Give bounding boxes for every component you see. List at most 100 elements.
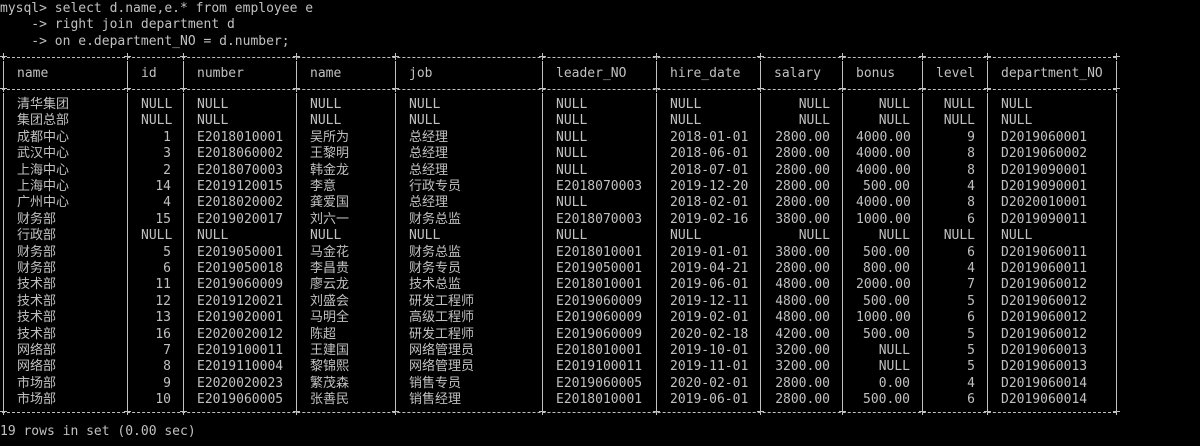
column-separator	[922, 93, 923, 408]
table-cell: E2019100011	[197, 343, 284, 358]
table-cell: E2018070003	[556, 179, 643, 194]
table-cell: 13	[155, 310, 171, 326]
table-cell: 广州中心	[17, 195, 70, 211]
border-corner	[392, 85, 399, 92]
border-corner	[293, 85, 300, 92]
table-cell: 高级工程师	[409, 310, 475, 326]
table-cell: 2000.00	[856, 277, 911, 293]
border-corner	[984, 53, 991, 60]
table-cell: 2020-02-01	[670, 375, 749, 391]
table-cell: NULL	[310, 228, 342, 244]
table-cell: 技术部	[17, 326, 57, 342]
table-cell: 廖云龙	[310, 277, 350, 293]
table-cell: E2019110004	[197, 359, 284, 375]
table-cell: 财务部	[17, 261, 57, 276]
table-cell: E2019050001	[197, 244, 284, 260]
table-cell: 2019-12-11	[670, 293, 749, 309]
table-cell: NULL	[670, 113, 702, 129]
table-cell: 技术部	[17, 310, 57, 326]
column-header-id: id	[141, 66, 157, 81]
table-cell: 李意	[310, 179, 337, 194]
terminal-window[interactable]: mysql> select d.name,e.* from employee e…	[0, 0, 1200, 446]
border-corner	[392, 53, 399, 60]
table-cell: E2018060002	[197, 146, 284, 162]
table-cell: E2019120021	[197, 293, 284, 309]
table-cell: 清华集团	[17, 97, 70, 112]
table-cell: 6	[967, 310, 975, 326]
table-cell: E2019100011	[556, 359, 643, 375]
table-cell: 韩金龙	[310, 162, 350, 178]
table-cell: 2019-11-01	[670, 359, 749, 375]
table-cell: 2019-10-01	[670, 343, 749, 358]
border-corner	[124, 407, 131, 415]
table-cell: 2800.00	[775, 392, 830, 408]
table-cell: E2019060009	[556, 326, 643, 342]
table-cell: 刘盛会	[310, 293, 350, 309]
table-cell: E2018070003	[197, 162, 284, 178]
table-cell: NULL	[556, 97, 588, 112]
table-cell: 3800.00	[775, 211, 830, 227]
table-cell: 陈超	[310, 326, 337, 342]
table-cell: 4800.00	[775, 277, 830, 293]
table-cell: 6	[967, 244, 975, 260]
border-corner	[757, 53, 764, 60]
table-cell: E2018010001	[556, 277, 643, 293]
column-separator	[3, 93, 4, 408]
table-cell: 1	[163, 129, 171, 145]
table-cell: 马金花	[310, 244, 350, 260]
table-cell: NULL	[670, 97, 702, 112]
table-cell: NULL	[409, 228, 441, 244]
table-cell: D2019060002	[1001, 146, 1088, 162]
table-cell: 武汉中心	[17, 146, 70, 162]
table-cell: NULL	[670, 228, 702, 244]
query-line-2: -> right join department d	[0, 17, 235, 32]
column-separator	[183, 93, 184, 408]
table-cell: NULL	[141, 113, 173, 129]
table-cell: NULL	[141, 228, 173, 244]
table-cell: 9	[967, 129, 975, 145]
table-cell: 2800.00	[775, 162, 830, 178]
table-cell: 2800.00	[775, 261, 830, 276]
table-cell: E2019050018	[197, 261, 284, 276]
table-cell: 14	[155, 179, 171, 194]
column-header-level: level	[936, 66, 976, 81]
column-separator	[542, 93, 543, 408]
table-cell: 研发工程师	[409, 293, 475, 309]
table-cell: E2019050001	[556, 261, 643, 276]
table-cell: 2018-02-01	[670, 195, 749, 211]
table-cell: 4000.00	[856, 162, 911, 178]
table-cell: 2800.00	[775, 129, 830, 145]
table-cell: 行政专员	[409, 179, 462, 194]
table-cell: D2019060014	[1001, 375, 1088, 391]
table-cell: NULL	[197, 228, 229, 244]
table-cell: NULL	[798, 228, 830, 244]
table-cell: 成都中心	[17, 129, 70, 145]
table-cell: 8	[967, 162, 975, 178]
query-line-1: mysql> select d.name,e.* from employee e	[0, 1, 314, 16]
border-corner	[124, 85, 131, 92]
table-cell: 5	[967, 293, 975, 309]
header-column-separator	[542, 61, 543, 85]
border-corner	[180, 85, 187, 92]
table-cell: 500.00	[863, 293, 910, 309]
table-cell: E2018010001	[556, 392, 643, 408]
table-bottom-border	[2, 411, 1116, 413]
table-cell: E2020020012	[197, 326, 284, 342]
table-cell: NULL	[141, 97, 173, 112]
table-cell: D2019060014	[1001, 392, 1088, 408]
table-cell: 6	[967, 211, 975, 227]
table-cell: D2019090001	[1001, 162, 1088, 178]
table-cell: NULL	[943, 113, 975, 129]
table-cell: 500.00	[863, 244, 910, 260]
table-cell: 上海中心	[17, 162, 70, 178]
table-cell: NULL	[878, 343, 910, 358]
table-cell: D2019060011	[1001, 244, 1088, 260]
table-cell: E2019020017	[197, 211, 284, 227]
table-cell: 总经理	[409, 129, 449, 145]
column-separator	[760, 93, 761, 408]
column-separator	[987, 93, 988, 408]
table-cell: 4	[967, 375, 975, 391]
border-corner	[839, 407, 846, 415]
header-column-separator	[296, 61, 297, 85]
border-corner	[392, 407, 399, 415]
